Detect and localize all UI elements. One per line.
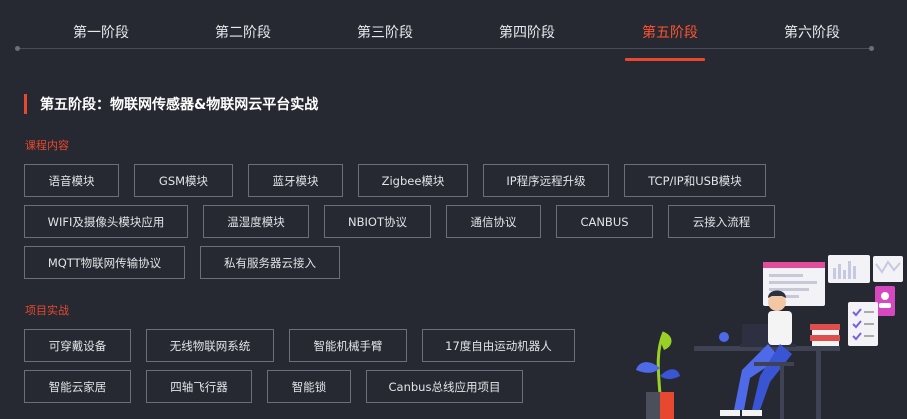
course-tag[interactable]: NBIOT协议 <box>324 205 431 238</box>
tab-stage-5[interactable]: 第五阶段 <box>635 22 705 44</box>
course-tag[interactable]: GSM模块 <box>134 164 233 197</box>
tab-stage-4[interactable]: 第四阶段 <box>492 22 562 44</box>
stage-heading: 第五阶段：物联网传感器&物联网云平台实战 <box>24 94 318 114</box>
active-tab-indicator <box>625 58 705 61</box>
heading-accent-bar <box>24 94 27 114</box>
course-tag[interactable]: 私有服务器云接入 <box>200 246 340 279</box>
project-tag[interactable]: 17度自由运动机器人 <box>422 329 575 362</box>
course-tag[interactable]: 通信协议 <box>446 205 541 238</box>
course-tag[interactable]: 语音模块 <box>24 164 119 197</box>
page-title: 第五阶段：物联网传感器&物联网云平台实战 <box>40 97 319 113</box>
project-tag[interactable]: 可穿戴设备 <box>24 329 131 362</box>
project-section-label: 项目实战 <box>25 304 69 317</box>
project-tag[interactable]: Canbus总线应用项目 <box>366 370 523 403</box>
course-tag[interactable]: TCP/IP和USB模块 <box>624 164 766 197</box>
chart-panel-icon <box>828 255 903 283</box>
course-tag[interactable]: 蓝牙模块 <box>248 164 343 197</box>
plant-icon <box>636 331 680 419</box>
tab-stage-1[interactable]: 第一阶段 <box>66 22 136 44</box>
stage-tabs: 第一阶段 第二阶段 第三阶段 第四阶段 第五阶段 第六阶段 <box>0 0 907 62</box>
divider-dot <box>15 46 20 51</box>
course-tag[interactable]: CANBUS <box>556 205 653 238</box>
project-tag[interactable]: 智能云家居 <box>24 370 131 403</box>
course-row-1: 语音模块 GSM模块 蓝牙模块 Zigbee模块 IP程序远程升级 TCP/IP… <box>24 164 766 197</box>
course-tag[interactable]: WIFI及摄像头模块应用 <box>24 205 188 238</box>
tab-stage-3[interactable]: 第三阶段 <box>350 22 420 44</box>
course-tag[interactable]: IP程序远程升级 <box>483 164 609 197</box>
project-tag[interactable]: 智能锁 <box>267 370 351 403</box>
course-tag[interactable]: Zigbee模块 <box>358 164 468 197</box>
project-tag[interactable]: 无线物联网系统 <box>146 329 274 362</box>
project-row-2: 智能云家居 四轴飞行器 智能锁 Canbus总线应用项目 <box>24 370 523 403</box>
project-row-1: 可穿戴设备 无线物联网系统 智能机械手臂 17度自由运动机器人 <box>24 329 575 362</box>
project-tag[interactable]: 四轴飞行器 <box>146 370 252 403</box>
course-row-3: MQTT物联网传输协议 私有服务器云接入 <box>24 246 340 279</box>
course-tag[interactable]: MQTT物联网传输协议 <box>24 246 185 279</box>
profile-card-icon <box>848 286 895 346</box>
course-row-2: WIFI及摄像头模块应用 温湿度模块 NBIOT协议 通信协议 CANBUS 云… <box>24 205 775 238</box>
developer-illustration <box>636 255 903 419</box>
course-tag[interactable]: 云接入流程 <box>668 205 775 238</box>
project-tag[interactable]: 智能机械手臂 <box>289 329 407 362</box>
course-tag[interactable]: 温湿度模块 <box>203 205 309 238</box>
tab-stage-2[interactable]: 第二阶段 <box>208 22 278 44</box>
course-section-label: 课程内容 <box>25 139 69 152</box>
tab-stage-6[interactable]: 第六阶段 <box>777 22 847 44</box>
